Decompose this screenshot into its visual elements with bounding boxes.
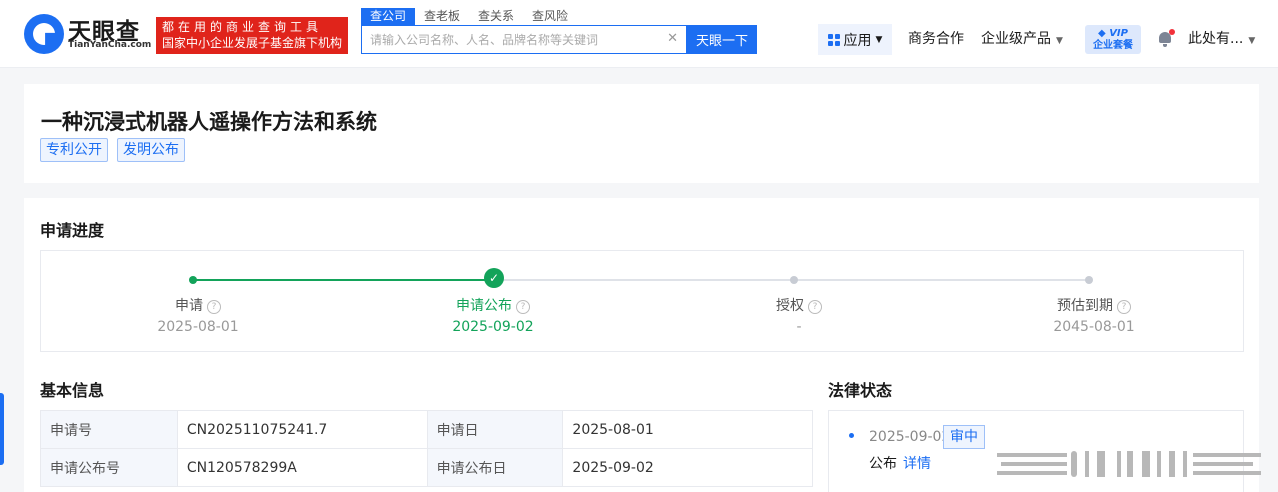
nav-app-label: 应用 <box>843 32 872 49</box>
watermark-image <box>997 451 1261 477</box>
step-dot-done <box>189 276 197 284</box>
help-icon[interactable]: ? <box>516 299 530 314</box>
vip-label: ◆ VIP <box>1085 27 1141 40</box>
table-value: CN202511075241.7 <box>176 410 428 449</box>
clear-icon[interactable]: ✕ <box>667 31 678 46</box>
notification-bell-icon[interactable] <box>1158 29 1175 47</box>
help-icon[interactable]: ? <box>207 299 221 314</box>
step-name: 申请公布 <box>456 298 512 314</box>
search-input[interactable] <box>362 26 662 53</box>
slogan-line-2: 国家中小企业发展子基金旗下机构 <box>162 36 343 50</box>
vip-text: VIP <box>1109 28 1128 39</box>
step-name: 预估到期 <box>1057 298 1113 314</box>
legal-status-desc: 公布 详情 <box>869 456 931 473</box>
table-value: 2025-08-01 <box>562 410 813 449</box>
table-value: 2025-09-02 <box>562 448 813 487</box>
step-label-expiry: 预估到期? <box>1057 298 1131 315</box>
slogan-line-1: 都在用的商业查询工具 <box>162 20 323 34</box>
step-name: 申请 <box>175 298 203 314</box>
step-label-grant: 授权? <box>776 298 822 315</box>
search-box: ✕ <box>361 25 687 54</box>
nav-app-menu[interactable]: 应用 ▼ <box>818 24 892 55</box>
nav-enterprise-products[interactable]: 企业级产品 ▼ <box>981 31 1063 50</box>
tab-search-risk[interactable]: 查风险 <box>523 8 577 25</box>
step-dot-pending <box>1085 276 1093 284</box>
table-key: 申请号 <box>40 410 178 449</box>
table-key: 申请公布日 <box>426 448 564 487</box>
timeline-dot <box>849 433 854 438</box>
table-key: 申请日 <box>426 410 564 449</box>
step-date-expiry: 2045-08-01 <box>1053 319 1135 335</box>
table-row: 申请号 CN202511075241.7 申请日 2025-08-01 <box>40 410 813 449</box>
step-date-publish: 2025-09-02 <box>452 319 534 335</box>
vip-enterprise-button[interactable]: ◆ VIP 企业套餐 <box>1085 25 1141 54</box>
user-menu[interactable]: 此处有... ▼ <box>1188 31 1255 50</box>
legal-status-date: 2025-09-02 <box>869 429 951 445</box>
tag-patent-public: 专利公开 <box>40 138 108 162</box>
help-icon[interactable]: ? <box>1117 299 1131 314</box>
caret-down-icon: ▼ <box>875 34 883 45</box>
patent-detail-card: 申请进度 ✓ 申请? 2025-08-01 申请公布? 2025-09-02 授… <box>24 198 1259 492</box>
application-progress: ✓ 申请? 2025-08-01 申请公布? 2025-09-02 授权? - … <box>40 250 1244 352</box>
logo-domain: TianYanCha.com <box>68 40 152 50</box>
chevron-down-icon: ▼ <box>1248 36 1256 46</box>
step-label-publish: 申请公布? <box>456 298 530 315</box>
slogan-banner: 都在用的商业查询工具 国家中小企业发展子基金旗下机构 <box>156 17 348 54</box>
basic-info-table: 申请号 CN202511075241.7 申请日 2025-08-01 申请公布… <box>40 410 813 487</box>
patent-title: 一种沉浸式机器人遥操作方法和系统 <box>41 110 377 134</box>
table-key: 申请公布号 <box>40 448 178 487</box>
nav-enterprise-label: 企业级产品 <box>981 31 1051 47</box>
table-value: CN120578299A <box>176 448 428 487</box>
step-date-grant: - <box>796 319 802 335</box>
apps-grid-icon <box>827 33 840 46</box>
tianyancha-logo[interactable]: 天眼查 TianYanCha.com <box>24 14 152 54</box>
status-badge: 审中 <box>943 425 985 449</box>
tab-search-relation[interactable]: 查关系 <box>469 8 523 25</box>
legal-status-title: 法律状态 <box>828 381 893 400</box>
tag-invention-published: 发明公布 <box>117 138 185 162</box>
tab-search-company[interactable]: 查公司 <box>361 8 416 25</box>
table-row: 申请公布号 CN120578299A 申请公布日 2025-09-02 <box>40 448 813 487</box>
top-header: 天眼查 TianYanCha.com 都在用的商业查询工具 国家中小企业发展子基… <box>0 0 1278 68</box>
step-dot-pending <box>790 276 798 284</box>
user-name: 此处有... <box>1188 31 1244 47</box>
detail-link[interactable]: 详情 <box>903 456 931 472</box>
side-float-tab[interactable] <box>0 393 4 465</box>
tab-search-boss[interactable]: 查老板 <box>415 8 469 25</box>
check-icon: ✓ <box>484 268 504 288</box>
step-name: 授权 <box>776 298 804 314</box>
search-tabs: 查公司 查老板 查关系 查风险 <box>361 8 577 25</box>
diamond-icon: ◆ <box>1098 28 1106 39</box>
patent-title-card: 一种沉浸式机器人遥操作方法和系统 专利公开 发明公布 <box>24 84 1259 183</box>
step-date-apply: 2025-08-01 <box>157 319 239 335</box>
basic-info-title: 基本信息 <box>40 381 105 400</box>
chevron-down-icon: ▼ <box>1056 36 1063 46</box>
legal-status-text: 公布 <box>869 456 897 472</box>
progress-section-title: 申请进度 <box>40 221 105 240</box>
logo-eye-icon <box>24 14 64 54</box>
notification-dot <box>1169 29 1175 35</box>
nav-business[interactable]: 商务合作 <box>908 31 964 48</box>
vip-subtitle: 企业套餐 <box>1093 40 1133 51</box>
help-icon[interactable]: ? <box>808 299 822 314</box>
progress-track-done <box>193 279 494 281</box>
step-label-apply: 申请? <box>175 298 221 315</box>
search-button[interactable]: 天眼一下 <box>687 25 757 54</box>
